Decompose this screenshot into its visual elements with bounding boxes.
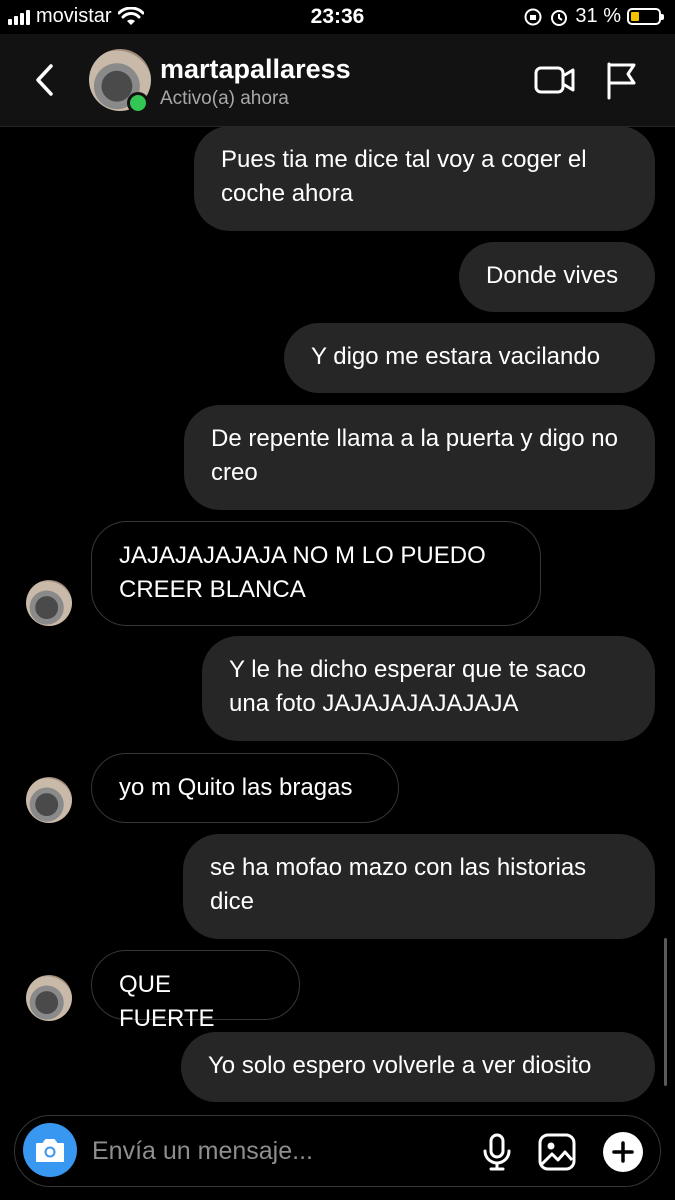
microphone-icon[interactable] — [480, 1132, 514, 1172]
message-bubble-outgoing[interactable]: Donde vives — [459, 242, 655, 312]
scrollbar[interactable] — [664, 938, 667, 1086]
sender-avatar[interactable] — [26, 777, 72, 823]
message-bubble-incoming[interactable]: yo m Quito las bragas — [91, 753, 399, 823]
plus-icon — [612, 1141, 634, 1163]
message-list: Pues tia me dice tal voy a coger el coch… — [0, 126, 675, 1106]
message-bubble-outgoing[interactable]: Y le he dicho esperar que te saco una fo… — [202, 636, 655, 741]
alarm-icon — [551, 9, 568, 26]
gallery-icon[interactable] — [537, 1132, 577, 1172]
flag-icon[interactable] — [604, 60, 638, 100]
message-bubble-outgoing[interactable]: se ha mofao mazo con las historias dice — [183, 834, 655, 939]
add-button[interactable] — [603, 1132, 643, 1172]
battery-icon — [627, 8, 664, 25]
message-bubble-outgoing[interactable]: Y digo me estara vacilando — [284, 323, 655, 393]
activity-status: Activo(a) ahora — [160, 88, 289, 109]
status-bar: movistar 23:36 31 % — [0, 0, 675, 34]
message-bubble-outgoing[interactable]: De repente llama a la puerta y digo no c… — [184, 405, 655, 510]
orientation-lock-icon — [524, 8, 542, 25]
message-bubble-incoming[interactable]: JAJAJAJAJAJA NO M LO PUEDO CREER BLANCA — [91, 521, 541, 626]
camera-icon — [36, 1139, 64, 1162]
battery-percent: 31 % — [575, 5, 621, 27]
message-bubble-outgoing[interactable]: Yo solo espero volverle a ver diosito — [181, 1032, 655, 1102]
message-bubble-incoming[interactable]: QUE FUERTE — [91, 950, 300, 1032]
sender-avatar[interactable] — [26, 580, 72, 626]
online-indicator — [127, 92, 149, 114]
message-input[interactable] — [92, 1134, 412, 1168]
chat-header: martapallaress Activo(a) ahora — [0, 34, 675, 127]
contact-username[interactable]: martapallaress — [160, 54, 351, 85]
back-icon[interactable] — [30, 60, 60, 100]
sender-avatar[interactable] — [26, 975, 72, 1021]
camera-button[interactable] — [23, 1123, 77, 1177]
message-composer — [14, 1115, 661, 1187]
message-bubble-outgoing[interactable]: Pues tia me dice tal voy a coger el coch… — [194, 126, 655, 231]
video-call-icon[interactable] — [533, 62, 577, 98]
status-right: 31 % — [523, 5, 664, 28]
